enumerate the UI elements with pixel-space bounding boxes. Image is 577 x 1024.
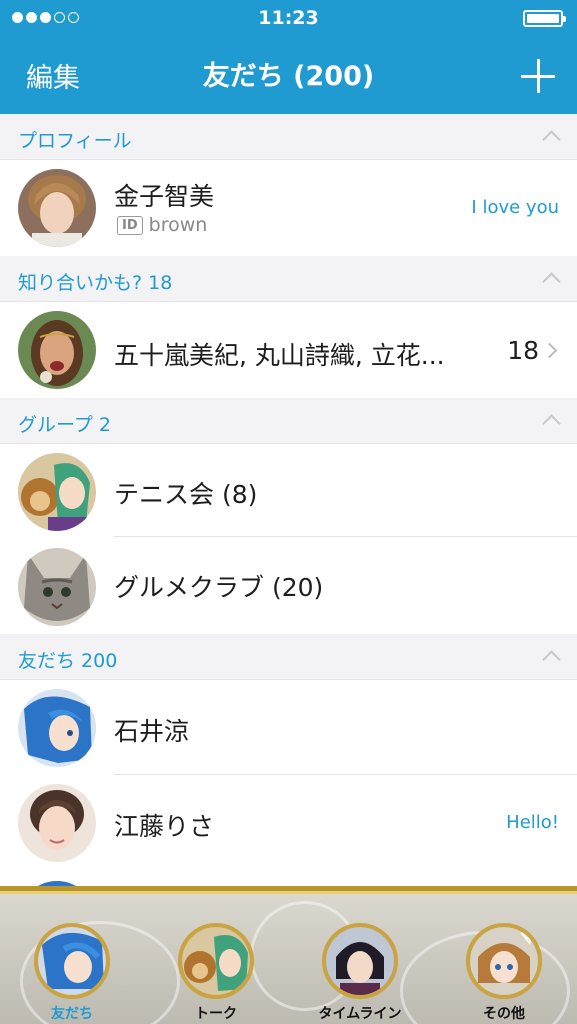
section-header-profile[interactable]: プロフィール [0, 114, 577, 160]
section-header-friends[interactable]: 友だち 200 [0, 634, 577, 680]
group-row[interactable]: グルメクラブ (20) [0, 537, 577, 634]
chevron-up-icon[interactable] [542, 650, 561, 669]
friend-row[interactable]: 江藤りさ Hello! [0, 775, 577, 872]
section-title-groups: グループ 2 [18, 414, 111, 436]
chevron-right-icon[interactable] [541, 342, 558, 359]
avatar[interactable] [18, 784, 96, 862]
plus-icon[interactable] [519, 56, 559, 96]
avatar[interactable] [18, 453, 96, 531]
more-tab-icon [466, 923, 542, 999]
group-name: テニス会 (8) [114, 480, 258, 509]
talk-tab-icon [178, 923, 254, 999]
group-row[interactable]: テニス会 (8) [0, 444, 577, 537]
friend-row[interactable]: 石井涼 [0, 680, 577, 775]
avatar[interactable] [18, 548, 96, 626]
avatar[interactable] [18, 311, 96, 389]
tab-label: 友だち [51, 1006, 93, 1022]
profile-row[interactable]: 金子智美 ID brown I love you [0, 160, 577, 256]
section-title-friends: 友だち 200 [18, 650, 118, 672]
avatar[interactable] [18, 689, 96, 767]
friends-tab-icon [34, 923, 110, 999]
battery-icon [523, 10, 566, 27]
tab-label: タイムライン [318, 1006, 402, 1022]
tab-label: その他 [483, 1006, 525, 1022]
chevron-up-icon[interactable] [542, 414, 561, 433]
tab-bar: 友だち トーク タイムライン その他 [0, 886, 577, 1024]
profile-status-message: I love you [471, 197, 559, 218]
tab-friends[interactable]: 友だち [0, 891, 144, 1024]
profile-id: ID brown [117, 214, 207, 236]
tab-timeline[interactable]: タイムライン [288, 891, 432, 1024]
friend-name: 江藤りさ [114, 812, 215, 841]
chevron-up-icon[interactable] [542, 130, 561, 149]
profile-id-value: brown [148, 214, 208, 236]
section-title-suggested: 知り合いかも? 18 [18, 272, 173, 294]
page-title: 友だち (200) [202, 61, 375, 92]
status-time: 11:23 [258, 7, 319, 29]
suggested-names: 五十嵐美紀, 丸山詩織, 立花... [114, 341, 445, 370]
friend-status-message: Hello! [506, 812, 559, 833]
timeline-tab-icon [322, 923, 398, 999]
section-title-profile: プロフィール [18, 130, 132, 152]
chevron-up-icon[interactable] [542, 272, 561, 291]
status-bar: 11:23 [0, 0, 577, 36]
suggested-count: 18 [507, 336, 539, 365]
tab-more[interactable]: その他 [432, 891, 576, 1024]
tab-label: トーク [195, 1006, 237, 1022]
avatar[interactable] [18, 169, 96, 247]
suggested-friends-row[interactable]: 五十嵐美紀, 丸山詩織, 立花... 18 [0, 302, 577, 398]
section-header-groups[interactable]: グループ 2 [0, 398, 577, 444]
friend-name: 石井涼 [114, 717, 190, 746]
edit-button[interactable]: 編集 [26, 56, 80, 95]
navigation-bar: 編集 友だち (200) [0, 36, 577, 114]
tab-talk[interactable]: トーク [144, 891, 288, 1024]
id-badge: ID [117, 216, 143, 235]
profile-name: 金子智美 [114, 182, 215, 211]
group-name: グルメクラブ (20) [114, 573, 324, 602]
section-header-suggested[interactable]: 知り合いかも? 18 [0, 256, 577, 302]
